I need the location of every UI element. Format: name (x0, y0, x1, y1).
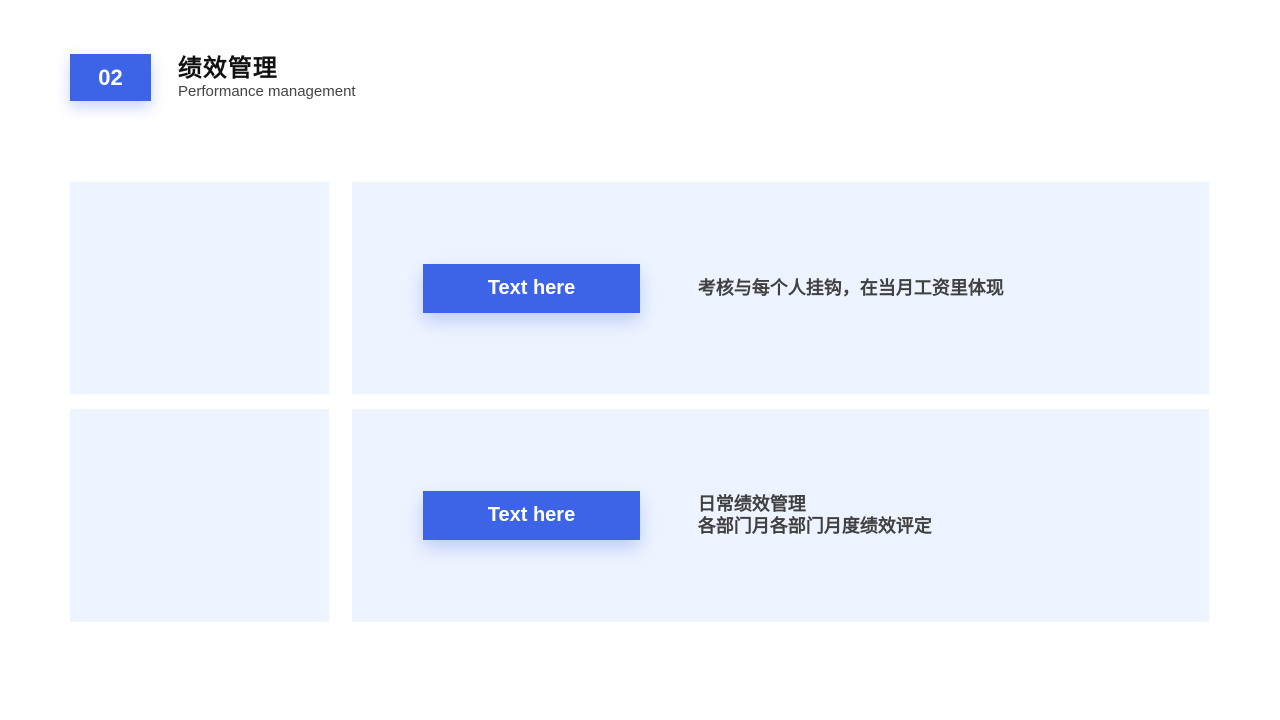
row-2-description: 日常绩效管理 各部门月各部门月度绩效评定 (698, 493, 932, 537)
row-2-tag-button[interactable]: Text here (423, 491, 640, 540)
row-1-line-1: 考核与每个人挂钩，在当月工资里体现 (698, 278, 1004, 298)
section-number-badge: 02 (70, 54, 151, 101)
row-2-line-2: 各部门月各部门月度绩效评定 (698, 516, 932, 536)
row-1-tag-button[interactable]: Text here (423, 264, 640, 313)
page-title: 绩效管理 (178, 55, 278, 82)
row-2-line-1: 日常绩效管理 (698, 494, 806, 514)
page-subtitle: Performance management (178, 83, 356, 100)
row-1-description: 考核与每个人挂钩，在当月工资里体现 (698, 277, 1004, 299)
slide: 02 绩效管理 Performance management Text here… (0, 0, 1280, 720)
row-2-image-placeholder (70, 409, 329, 622)
row-1-image-placeholder (70, 182, 329, 394)
